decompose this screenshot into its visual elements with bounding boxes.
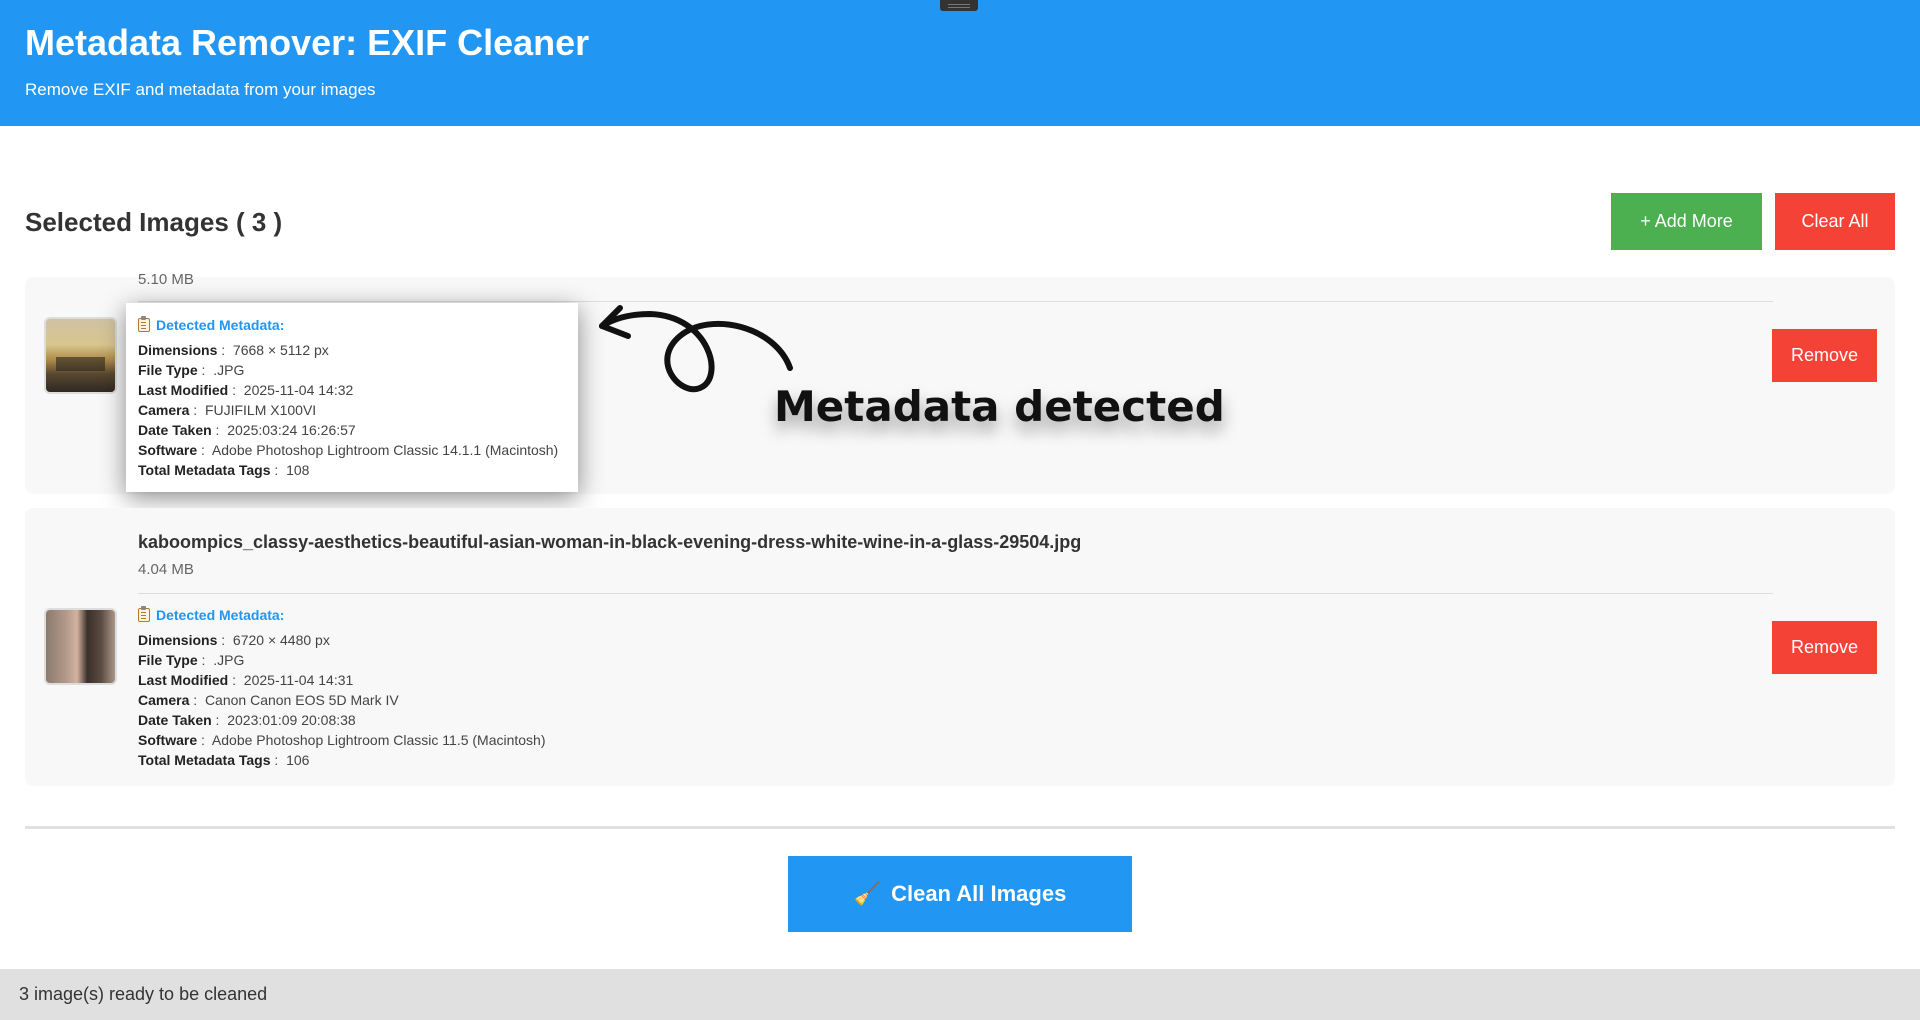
metadata-label: Dimensions: [138, 632, 218, 648]
metadata-value: Adobe Photoshop Lightroom Classic 14.1.1…: [211, 442, 559, 458]
metadata-label: File Type: [138, 362, 198, 378]
remove-button[interactable]: Remove: [1772, 621, 1877, 674]
image-card: kaboompics_classy-aesthetics-beautiful-a…: [25, 508, 1895, 786]
clipboard-icon: [138, 606, 150, 622]
metadata-value: 108: [286, 462, 310, 478]
file-size: 5.10 MB: [138, 271, 194, 288]
clear-all-button[interactable]: Clear All: [1775, 193, 1895, 250]
selected-images-title: Selected Images ( 3 ): [25, 207, 283, 237]
image-thumbnail: [44, 608, 117, 685]
metadata-row-last-modified: Last Modified : 2025-11-04 14:32: [138, 382, 354, 398]
annotation-label: Metadata detected: [774, 382, 1225, 431]
metadata-label: Software: [138, 442, 198, 458]
app-subtitle: Remove EXIF and metadata from your image…: [25, 80, 376, 99]
status-bar: 3 image(s) ready to be cleaned: [0, 969, 1920, 1020]
metadata-value: 6720 × 4480 px: [232, 632, 330, 648]
metadata-header: Detected Metadata:: [138, 315, 558, 335]
remove-button[interactable]: Remove: [1772, 329, 1877, 382]
metadata-row-file-type: File Type : .JPG: [138, 362, 245, 378]
metadata-value: .JPG: [213, 652, 245, 668]
metadata-header-label: Detected Metadata:: [156, 317, 285, 333]
metadata-label: Camera: [138, 692, 190, 708]
metadata-label: Date Taken: [138, 422, 212, 438]
metadata-row-date-taken: Date Taken : 2023:01:09 20:08:38: [138, 712, 356, 728]
metadata-label: Dimensions: [138, 342, 218, 358]
divider: [138, 593, 1773, 594]
metadata-value: 7668 × 5112 px: [232, 342, 329, 358]
metadata-row-software: Software : Adobe Photoshop Lightroom Cla…: [138, 732, 546, 748]
clean-all-images-label: Clean All Images: [891, 881, 1067, 906]
metadata-row-software: Software : Adobe Photoshop Lightroom Cla…: [138, 442, 559, 458]
metadata-row-camera: Camera : Canon Canon EOS 5D Mark IV: [138, 692, 399, 708]
metadata-label: Last Modified: [138, 382, 229, 398]
metadata-panel: Detected Metadata: Dimensions : 7668 × 5…: [138, 315, 558, 480]
image-thumbnail: [44, 317, 117, 394]
metadata-label: Last Modified: [138, 672, 229, 688]
metadata-value: 2025:03:24 16:26:57: [227, 422, 356, 438]
metadata-label: Software: [138, 732, 198, 748]
metadata-row-camera: Camera : FUJIFILM X100VI: [138, 402, 317, 418]
metadata-panel: Detected Metadata: Dimensions : 6720 × 4…: [138, 605, 546, 770]
metadata-row-date-taken: Date Taken : 2025:03:24 16:26:57: [138, 422, 356, 438]
file-name: kaboompics_classy-aesthetics-beautiful-a…: [138, 532, 1082, 552]
metadata-header: Detected Metadata:: [138, 605, 546, 625]
metadata-value: .JPG: [213, 362, 245, 378]
metadata-row-file-type: File Type : .JPG: [138, 652, 245, 668]
status-text: 3 image(s) ready to be cleaned: [19, 984, 268, 1004]
metadata-header-label: Detected Metadata:: [156, 607, 285, 623]
metadata-value: 2023:01:09 20:08:38: [227, 712, 356, 728]
metadata-row-dimensions: Dimensions : 6720 × 4480 px: [138, 632, 330, 648]
metadata-row-last-modified: Last Modified : 2025-11-04 14:31: [138, 672, 354, 688]
broom-icon: 🧹: [853, 881, 882, 906]
metadata-label: Total Metadata Tags: [138, 752, 271, 768]
metadata-label: Date Taken: [138, 712, 212, 728]
divider: [25, 826, 1895, 829]
divider: [138, 301, 1773, 302]
metadata-value: Adobe Photoshop Lightroom Classic 11.5 (…: [211, 732, 546, 748]
app-title: Metadata Remover: EXIF Cleaner: [25, 22, 590, 63]
metadata-value: 2025-11-04 14:32: [243, 382, 354, 398]
metadata-value: 2025-11-04 14:31: [243, 672, 354, 688]
window-handle[interactable]: [940, 0, 978, 11]
metadata-label: File Type: [138, 652, 198, 668]
metadata-row-total-tags: Total Metadata Tags : 106: [138, 752, 310, 768]
clipboard-icon: [138, 316, 150, 332]
add-more-button[interactable]: + Add More: [1611, 193, 1762, 250]
metadata-label: Camera: [138, 402, 190, 418]
metadata-row-dimensions: Dimensions : 7668 × 5112 px: [138, 342, 329, 358]
metadata-value: Canon Canon EOS 5D Mark IV: [204, 692, 399, 708]
metadata-label: Total Metadata Tags: [138, 462, 271, 478]
app-header: Metadata Remover: EXIF Cleaner Remove EX…: [0, 0, 1920, 126]
file-size: 4.04 MB: [138, 561, 194, 578]
metadata-value: FUJIFILM X100VI: [204, 402, 317, 418]
metadata-tooltip: Detected Metadata: Dimensions : 7668 × 5…: [126, 303, 578, 492]
metadata-value: 106: [286, 752, 310, 768]
clean-all-images-button[interactable]: 🧹 Clean All Images: [788, 856, 1132, 932]
curved-arrow-icon: [599, 305, 793, 393]
metadata-row-total-tags: Total Metadata Tags : 108: [138, 462, 310, 478]
